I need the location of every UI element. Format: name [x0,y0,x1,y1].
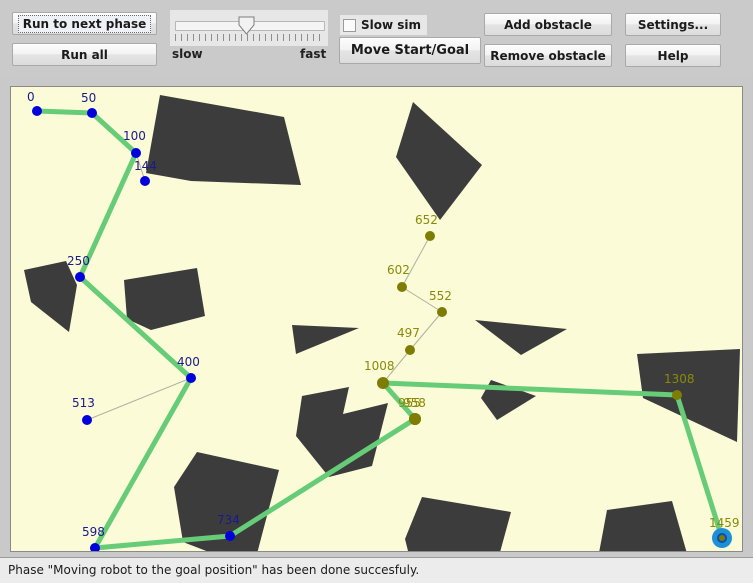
graph-node[interactable] [225,531,235,541]
node-label: 598 [82,525,105,539]
graph-node[interactable] [140,176,150,186]
obstacle-polygon[interactable] [292,325,359,354]
tree-edge [86,377,192,421]
obstacle-polygon[interactable] [396,102,482,220]
slow-sim-checkbox[interactable]: Slow sim [340,15,428,35]
node-label: 652 [415,213,438,227]
goal-node-center [719,535,725,541]
node-label: 497 [397,326,420,340]
checkbox-box-icon[interactable] [343,18,356,32]
obstacle-polygon[interactable] [405,497,546,551]
run-all-button[interactable]: Run all [12,43,157,66]
slider-slow-label: slow [172,47,203,61]
node-label: 734 [217,513,240,527]
graph-node[interactable] [131,148,141,158]
node-label: 144 [134,159,157,173]
node-label: 1459 [709,516,740,530]
path-segment [380,380,680,398]
node-label: 602 [387,263,410,277]
graph-node[interactable] [32,106,42,116]
path-segment [34,108,95,116]
tree-edge [401,235,431,288]
run-to-next-phase-button[interactable]: Run to next phase [12,12,157,35]
graph-node[interactable] [397,282,407,292]
slider-fast-label: fast [300,47,327,61]
add-obstacle-button[interactable]: Add obstacle [484,13,612,36]
settings-label: Settings... [637,17,709,32]
node-label: 50 [81,91,96,105]
remove-obstacle-button[interactable]: Remove obstacle [484,44,612,67]
move-start-goal-label: Move Start/Goal [350,43,470,58]
toolbar: Run to next phase Run all slow fast Slow… [0,0,753,78]
node-label: 1008 [364,359,395,373]
obstacle-polygon[interactable] [146,95,301,185]
node-label: 513 [72,396,95,410]
obstacle-polygon[interactable] [475,320,567,355]
node-label: 1308 [664,372,695,386]
status-bar: Phase "Moving robot to the goal position… [0,557,753,583]
remove-obstacle-label: Remove obstacle [490,48,606,63]
run-all-label: Run all [61,47,108,62]
node-label: 250 [67,254,90,268]
speed-slider[interactable] [170,10,328,46]
graph-node[interactable] [425,231,435,241]
node-label: 100 [123,129,146,143]
help-label: Help [657,48,689,63]
graph-node[interactable] [75,272,85,282]
graph-node[interactable] [405,345,415,355]
robot-path-layer [34,108,725,551]
canvas-svg: 0 50 100 144 250 400 513 598 734 652 602 552 497 1008… [24,90,740,551]
status-message: Phase "Moving robot to the goal position… [8,563,420,577]
slider-thumb[interactable] [238,16,255,35]
graph-node[interactable] [82,415,92,425]
slider-ticks [175,34,323,41]
help-button[interactable]: Help [625,44,721,67]
path-segment [92,375,194,551]
slow-sim-label: Slow sim [361,18,422,32]
add-obstacle-label: Add obstacle [504,17,592,32]
node-label: 552 [429,289,452,303]
graph-node[interactable] [672,390,682,400]
settings-button[interactable]: Settings... [625,13,721,36]
obstacle-polygon[interactable] [124,268,205,330]
graph-node[interactable] [409,413,421,425]
node-label: 0 [27,90,35,104]
graph-node[interactable] [186,373,196,383]
node-label: 400 [177,355,200,369]
graph-node[interactable] [437,307,447,317]
simulation-canvas[interactable]: 0 50 100 144 250 400 513 598 734 652 602 552 497 1008… [10,86,743,552]
application-window: Run to next phase Run all slow fast Slow… [0,0,753,583]
graph-node[interactable] [87,108,97,118]
obstacle-polygon[interactable] [596,501,688,551]
node-label: 958 [403,396,426,410]
graph-node[interactable] [377,377,389,389]
run-to-next-phase-label: Run to next phase [17,14,152,33]
move-start-goal-button[interactable]: Move Start/Goal [339,37,481,64]
obstacle-polygon[interactable] [24,261,77,332]
